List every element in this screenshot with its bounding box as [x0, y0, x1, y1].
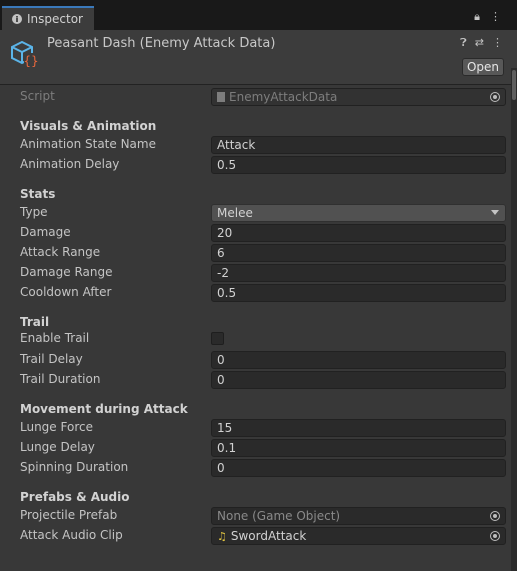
trail-delay-input[interactable]: 0: [211, 351, 506, 369]
field-label: Spinning Duration: [20, 460, 129, 474]
field-row: Projectile Prefab None (Game Object): [20, 507, 506, 525]
object-picker-icon[interactable]: [490, 92, 500, 102]
object-picker-icon[interactable]: [490, 511, 500, 521]
field-row: Spinning Duration 0: [20, 459, 506, 477]
field-label: Lunge Delay: [20, 440, 95, 454]
field-label: Lunge Force: [20, 420, 93, 434]
field-row: Animation State Name Attack: [20, 136, 506, 154]
lunge-force-input[interactable]: 15: [211, 419, 506, 437]
field-row: Attack Audio Clip ♫ SwordAttack: [20, 527, 506, 545]
field-row: Animation Delay 0.5: [20, 156, 506, 174]
svg-text:{}: {}: [23, 54, 38, 68]
section-stats: Stats: [20, 187, 56, 201]
context-menu-icon[interactable]: ⋮: [492, 36, 503, 50]
lock-icon[interactable]: 🔒︎: [474, 10, 480, 24]
field-label: Damage Range: [20, 265, 113, 279]
info-icon: i: [12, 14, 22, 24]
section-movement: Movement during Attack: [20, 402, 188, 416]
tab-inspector[interactable]: i Inspector: [2, 6, 94, 30]
field-label: Damage: [20, 225, 71, 239]
field-row: Type Melee: [20, 204, 506, 222]
object-title: Peasant Dash (Enemy Attack Data): [47, 36, 276, 51]
field-row: Cooldown After 0.5: [20, 284, 506, 302]
field-label: Script: [20, 89, 55, 103]
open-button[interactable]: Open: [462, 58, 504, 76]
projectile-prefab-field[interactable]: None (Game Object): [211, 507, 506, 525]
field-row: Lunge Force 15: [20, 419, 506, 437]
type-dropdown[interactable]: Melee: [211, 204, 506, 222]
enable-trail-checkbox[interactable]: [211, 332, 224, 345]
more-options-icon[interactable]: ⋮: [490, 10, 501, 24]
field-label: Animation State Name: [20, 137, 156, 151]
presets-icon[interactable]: ⇄: [475, 36, 484, 50]
field-label: Trail Delay: [20, 352, 83, 366]
field-row: Lunge Delay 0.1: [20, 439, 506, 457]
scrollbar-thumb[interactable]: [512, 70, 516, 100]
field-row: Trail Delay 0: [20, 351, 506, 369]
field-row: Damage 20: [20, 224, 506, 242]
attack-range-input[interactable]: 6: [211, 244, 506, 262]
spinning-duration-input[interactable]: 0: [211, 459, 506, 477]
field-label: Cooldown After: [20, 285, 112, 299]
cooldown-after-input[interactable]: 0.5: [211, 284, 506, 302]
field-label: Attack Audio Clip: [20, 528, 123, 542]
script-row: Script EnemyAttackData: [20, 88, 506, 106]
animation-delay-input[interactable]: 0.5: [211, 156, 506, 174]
scriptable-object-icon: {}: [11, 40, 39, 68]
field-label: Attack Range: [20, 245, 101, 259]
field-row: Enable Trail: [20, 330, 506, 348]
attack-audio-clip-field[interactable]: ♫ SwordAttack: [211, 527, 506, 545]
help-icon[interactable]: ❓︎: [460, 36, 467, 50]
lunge-delay-input[interactable]: 0.1: [211, 439, 506, 457]
field-row: Trail Duration 0: [20, 371, 506, 389]
script-file-icon: [217, 92, 225, 102]
field-label: Enable Trail: [20, 331, 90, 345]
scrollbar[interactable]: [511, 68, 517, 571]
field-label: Projectile Prefab: [20, 508, 118, 522]
trail-duration-input[interactable]: 0: [211, 371, 506, 389]
chevron-down-icon: [491, 210, 499, 215]
damage-range-input[interactable]: -2: [211, 264, 506, 282]
field-row: Attack Range 6: [20, 244, 506, 262]
section-prefabs: Prefabs & Audio: [20, 490, 130, 504]
field-label: Type: [20, 205, 48, 219]
field-row: Damage Range -2: [20, 264, 506, 282]
object-picker-icon[interactable]: [490, 531, 500, 541]
script-field[interactable]: EnemyAttackData: [211, 88, 506, 106]
field-label: Animation Delay: [20, 157, 120, 171]
inspector-header: {} Peasant Dash (Enemy Attack Data) ❓︎ ⇄…: [0, 30, 517, 85]
field-label: Trail Duration: [20, 372, 101, 386]
audio-clip-icon: ♫: [217, 530, 227, 543]
tab-label: Inspector: [27, 12, 83, 26]
section-trail: Trail: [20, 315, 50, 329]
animation-state-name-input[interactable]: Attack: [211, 136, 506, 154]
section-visuals: Visuals & Animation: [20, 119, 157, 133]
damage-input[interactable]: 20: [211, 224, 506, 242]
